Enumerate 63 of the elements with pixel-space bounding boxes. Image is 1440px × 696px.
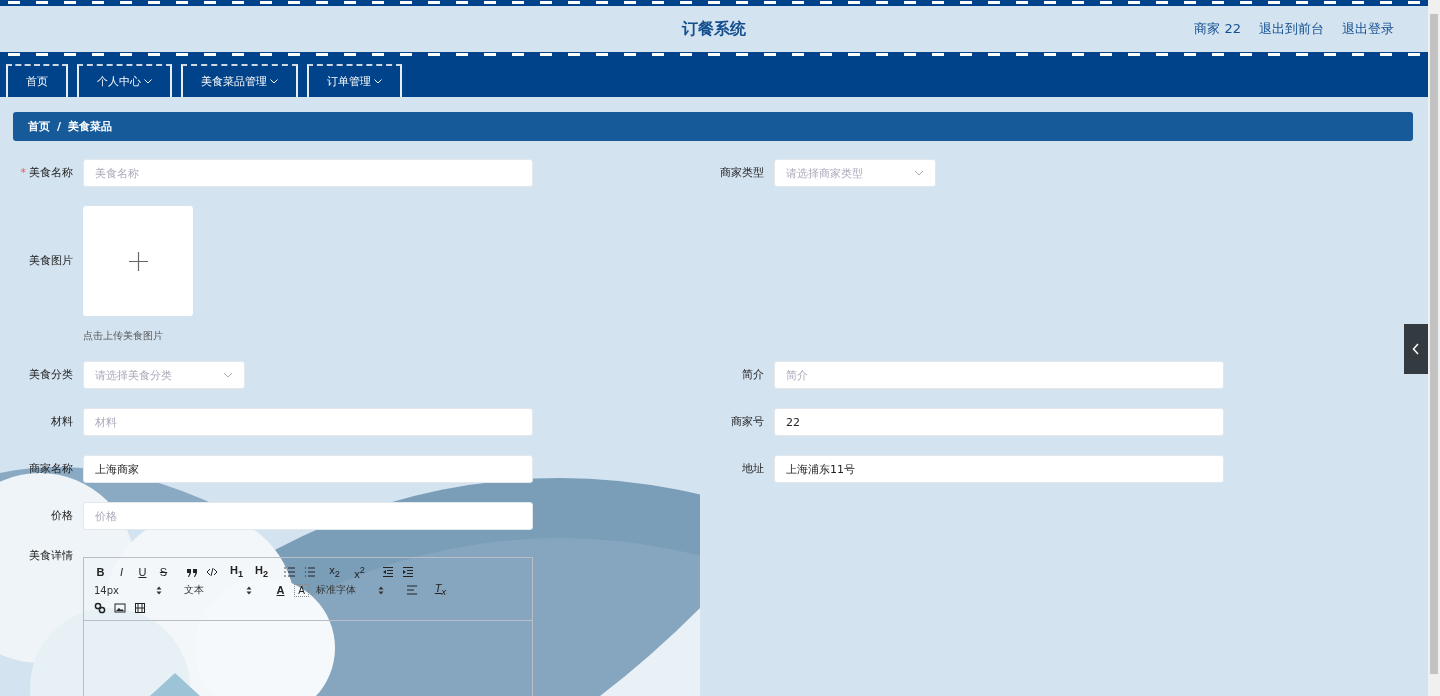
caret-icon <box>144 79 152 84</box>
nav-tab[interactable]: 首页 <box>6 64 68 97</box>
caret-icon <box>270 79 278 84</box>
clear-format-button[interactable]: T$_{x}$ <box>434 579 447 601</box>
nav-tab[interactable]: 个人中心 <box>77 64 172 97</box>
italic-button[interactable]: I <box>115 564 128 580</box>
heading-button[interactable]: H$_{1}$ <box>230 561 244 583</box>
scrollbar[interactable] <box>1428 0 1440 696</box>
caret-icon <box>374 79 382 84</box>
field-label: 美食详情 <box>29 549 73 562</box>
bold-button[interactable]: B <box>94 564 107 580</box>
code-icon[interactable] <box>206 566 218 578</box>
app-title: 订餐系统 <box>682 18 746 40</box>
heading-button[interactable]: H$_{2}$ <box>255 561 269 583</box>
required-mark: * <box>20 166 26 179</box>
indent-icon[interactable] <box>402 566 415 578</box>
nav-tab[interactable]: 美食菜品管理 <box>181 64 298 97</box>
header-link[interactable]: 退出到前台 <box>1259 20 1324 38</box>
scrollbar-thumb[interactable] <box>1430 14 1438 674</box>
script-button[interactable]: x$^{2}$ <box>353 562 367 582</box>
field-label: 美食名称 <box>29 166 73 179</box>
chevron-left-icon <box>1412 343 1420 355</box>
input-field[interactable]: 上海商家 <box>83 455 533 483</box>
quote-icon[interactable] <box>186 566 198 578</box>
plus-icon <box>128 251 148 271</box>
highlight-button[interactable]: A <box>295 584 308 596</box>
field-label: 地址 <box>742 462 764 475</box>
field-label: 价格 <box>51 509 73 522</box>
user-name: 商家 22 <box>1194 20 1241 38</box>
toolbar-picker[interactable]: 文本 <box>184 583 252 597</box>
breadcrumb-separator: / <box>57 120 62 133</box>
film-icon[interactable] <box>134 602 146 614</box>
nav-tab[interactable]: 订单管理 <box>307 64 402 97</box>
field-label: 商家号 <box>731 415 764 428</box>
field-label: 商家类型 <box>720 166 764 179</box>
outdent-icon[interactable] <box>382 566 395 578</box>
sort-arrows-icon <box>378 585 384 595</box>
toolbar-picker[interactable]: 14px <box>94 584 162 596</box>
input-field[interactable]: 上海浦东11号 <box>774 455 1224 483</box>
rich-text-editor[interactable]: B I U S H$_{1}$ H$_{2}$ x$_{2}$ x$^{2}$ 14px 文本 A A 标准字体 T$_{x}$ <box>83 557 533 696</box>
strikethrough-button[interactable]: S <box>157 564 170 580</box>
breadcrumb-item: 美食菜品 <box>68 119 113 134</box>
input-field[interactable]: 22 <box>774 408 1224 436</box>
chevron-down-icon <box>223 372 233 378</box>
field-label: 商家名称 <box>29 462 73 475</box>
underline-button[interactable]: U <box>136 564 149 580</box>
field-label: 简介 <box>742 368 764 381</box>
sort-arrows-icon <box>156 585 162 595</box>
chevron-down-icon <box>914 170 924 176</box>
sort-arrows-icon <box>246 585 252 595</box>
header-link[interactable]: 退出登录 <box>1342 20 1394 38</box>
toolbar-picker[interactable]: 标准字体 <box>316 583 384 597</box>
image-icon[interactable] <box>114 602 126 614</box>
script-button[interactable]: x$_{2}$ <box>328 561 342 583</box>
field-label: 美食图片 <box>29 254 73 267</box>
field-label: 美食分类 <box>29 368 73 381</box>
numbered-list-icon[interactable] <box>284 566 297 578</box>
side-panel-toggle[interactable] <box>1404 324 1428 374</box>
field-label: 材料 <box>51 415 73 428</box>
link-icon[interactable] <box>94 602 106 614</box>
text-color-button[interactable]: A <box>274 582 287 598</box>
upload-hint: 点击上传美食图片 <box>83 330 164 342</box>
breadcrumb-item[interactable]: 首页 <box>28 119 50 134</box>
